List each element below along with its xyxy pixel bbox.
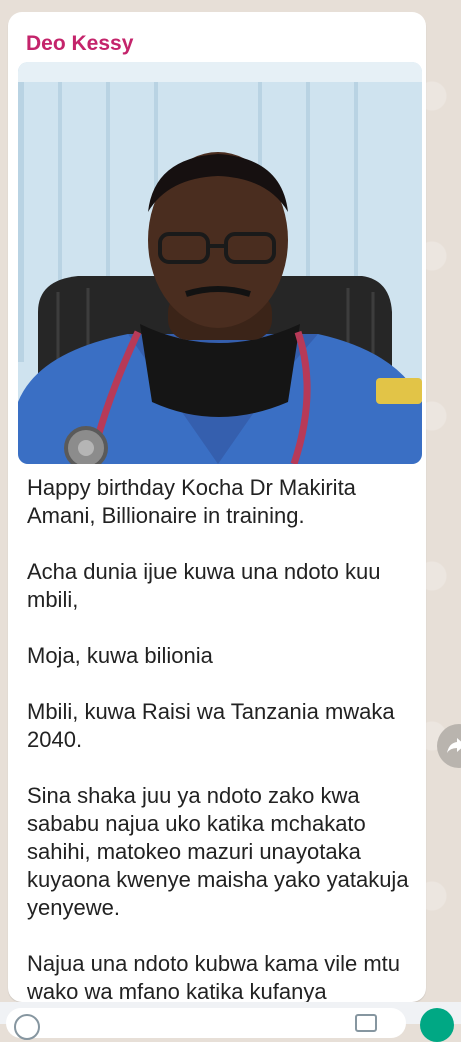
message-text: Happy birthday Kocha Dr Makirita Amani, …	[27, 474, 422, 1002]
message-paragraph: Acha dunia ijue kuwa una ndoto kuu mbili…	[27, 559, 381, 612]
camera-icon[interactable]	[355, 1014, 377, 1032]
mic-icon[interactable]	[420, 1008, 454, 1042]
message-bubble[interactable]: Deo Kessy Happy birthday Kocha Dr Makiri…	[8, 12, 426, 1002]
message-paragraph: Moja, kuwa bilionia	[27, 643, 213, 668]
emoji-icon[interactable]	[14, 1014, 40, 1040]
composer-bar	[0, 1002, 461, 1042]
photo-image	[18, 62, 422, 464]
message-paragraph: Sina shaka juu ya ndoto zako kwa sababu …	[27, 783, 409, 920]
sender-name[interactable]: Deo Kessy	[26, 32, 133, 56]
message-input[interactable]	[6, 1008, 406, 1038]
message-paragraph: Najua una ndoto kubwa kama vile mtu wako…	[27, 951, 400, 1002]
message-paragraph: Mbili, kuwa Raisi wa Tanzania mwaka 2040…	[27, 699, 395, 752]
message-paragraph: Happy birthday Kocha Dr Makirita Amani, …	[27, 475, 356, 528]
message-photo[interactable]	[18, 62, 422, 464]
share-forward-icon	[447, 738, 461, 753]
